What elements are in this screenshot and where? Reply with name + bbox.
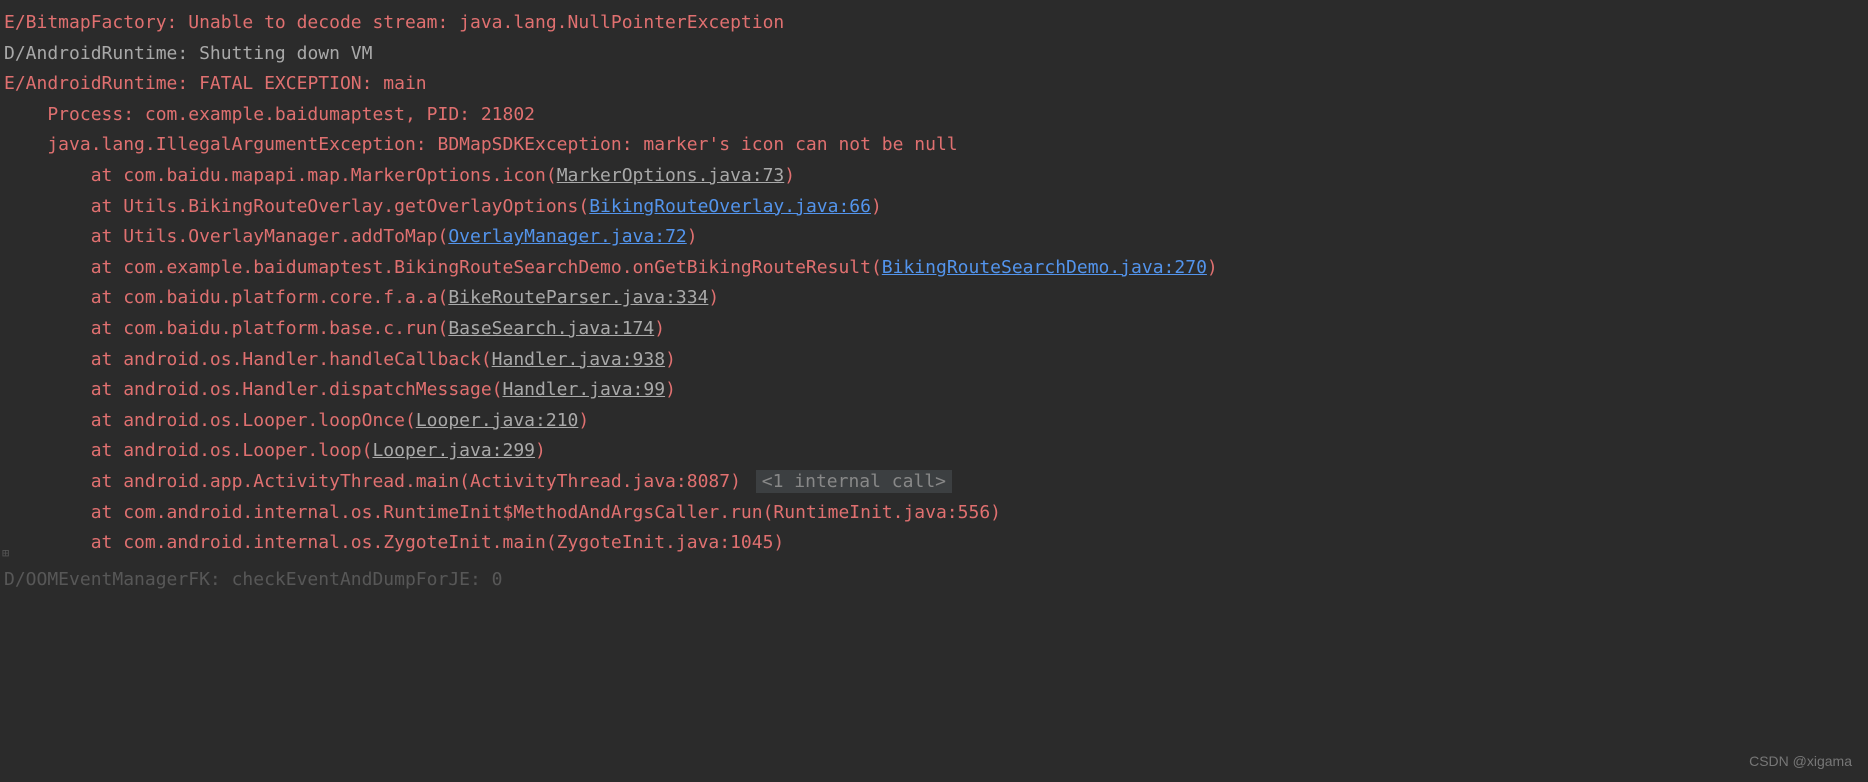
log-line-error: E/AndroidRuntime: FATAL EXCEPTION: main — [4, 69, 1864, 100]
stack-text: ) — [535, 440, 546, 461]
stack-text: at com.baidu.platform.core.f.a.a( — [4, 287, 448, 308]
stack-text: at android.app.ActivityThread.main(Activ… — [4, 471, 741, 492]
stack-text: ) — [578, 410, 589, 431]
source-link[interactable]: BikingRouteSearchDemo.java:270 — [882, 257, 1207, 278]
source-link[interactable]: BikingRouteOverlay.java:66 — [589, 196, 871, 217]
stack-frame: at com.baidu.platform.core.f.a.a(BikeRou… — [4, 283, 1864, 314]
log-line-debug: D/AndroidRuntime: Shutting down VM — [4, 39, 1864, 70]
stack-text: at android.os.Handler.handleCallback( — [4, 349, 492, 370]
expand-gutter-icon[interactable]: ⊞ — [2, 543, 9, 563]
stack-text: ) — [871, 196, 882, 217]
stack-frame: at android.app.ActivityThread.main(Activ… — [4, 467, 1864, 498]
stack-text: ) — [708, 287, 719, 308]
stack-text: ) — [687, 226, 698, 247]
log-msg: Unable to decode stream: java.lang.NullP… — [177, 12, 784, 33]
log-line-exception: java.lang.IllegalArgumentException: BDMa… — [4, 130, 1864, 161]
stack-text: at android.os.Looper.loop( — [4, 440, 372, 461]
stack-text: at android.os.Looper.loopOnce( — [4, 410, 416, 431]
stack-text: at Utils.OverlayManager.addToMap( — [4, 226, 448, 247]
source-link[interactable]: BaseSearch.java:174 — [448, 318, 654, 339]
log-tag: E/BitmapFactory: — [4, 12, 177, 33]
stack-text: ) — [665, 349, 676, 370]
stack-text: at android.os.Handler.dispatchMessage( — [4, 379, 503, 400]
stack-frame: at android.os.Looper.loopOnce(Looper.jav… — [4, 406, 1864, 437]
log-line-partial: D/OOMEventManagerFK: checkEventAndDumpFo… — [4, 565, 1864, 596]
log-line-error: E/BitmapFactory: Unable to decode stream… — [4, 8, 1864, 39]
stack-frame: at android.os.Handler.dispatchMessage(Ha… — [4, 375, 1864, 406]
source-link[interactable]: Handler.java:938 — [492, 349, 665, 370]
watermark: CSDN @xigama — [1749, 750, 1852, 774]
stack-text: ) — [665, 379, 676, 400]
source-link[interactable]: Looper.java:210 — [416, 410, 579, 431]
stack-frame: at com.android.internal.os.ZygoteInit.ma… — [4, 528, 1864, 559]
stack-frame: at com.baidu.mapapi.map.MarkerOptions.ic… — [4, 161, 1864, 192]
stack-text: at com.baidu.mapapi.map.MarkerOptions.ic… — [4, 165, 557, 186]
stack-text: at com.baidu.platform.base.c.run( — [4, 318, 448, 339]
stack-frame: at android.os.Looper.loop(Looper.java:29… — [4, 436, 1864, 467]
stack-text: ) — [1207, 257, 1218, 278]
stack-frame: at Utils.OverlayManager.addToMap(Overlay… — [4, 222, 1864, 253]
log-msg: Shutting down VM — [188, 43, 372, 64]
stack-text: at Utils.BikingRouteOverlay.getOverlayOp… — [4, 196, 589, 217]
source-link[interactable]: Handler.java:99 — [503, 379, 666, 400]
log-tag: D/AndroidRuntime: — [4, 43, 188, 64]
stack-frame: at android.os.Handler.handleCallback(Han… — [4, 345, 1864, 376]
stack-frame: at com.example.baidumaptest.BikingRouteS… — [4, 253, 1864, 284]
stack-text: ) — [654, 318, 665, 339]
source-link[interactable]: BikeRouteParser.java:334 — [448, 287, 708, 308]
stack-text: at com.example.baidumaptest.BikingRouteS… — [4, 257, 882, 278]
source-link[interactable]: MarkerOptions.java:73 — [557, 165, 785, 186]
log-tag: E/AndroidRuntime: — [4, 73, 188, 94]
stack-text: ) — [784, 165, 795, 186]
stack-frame: at com.baidu.platform.base.c.run(BaseSea… — [4, 314, 1864, 345]
fold-hint[interactable]: <1 internal call> — [756, 470, 952, 493]
source-link[interactable]: Looper.java:299 — [372, 440, 535, 461]
stack-frame: at Utils.BikingRouteOverlay.getOverlayOp… — [4, 192, 1864, 223]
log-line-process: Process: com.example.baidumaptest, PID: … — [4, 100, 1864, 131]
source-link[interactable]: OverlayManager.java:72 — [448, 226, 686, 247]
logcat-output: E/BitmapFactory: Unable to decode stream… — [4, 8, 1864, 595]
log-msg: FATAL EXCEPTION: main — [188, 73, 426, 94]
stack-frame: at com.android.internal.os.RuntimeInit$M… — [4, 498, 1864, 529]
